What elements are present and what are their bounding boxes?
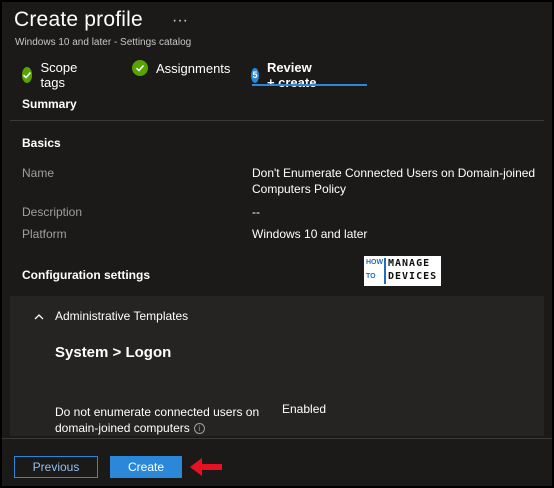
setting-name-line1: Do not enumerate connected users on bbox=[55, 405, 260, 419]
chevron-up-icon[interactable] bbox=[34, 312, 44, 322]
setting-name-line2-text: domain-joined computers bbox=[55, 421, 190, 435]
configuration-settings-heading: Configuration settings bbox=[22, 268, 150, 282]
description-label: Description bbox=[22, 205, 83, 219]
setting-name-line2: domain-joined computers i bbox=[55, 420, 275, 436]
name-value: Don't Enumerate Connected Users on Domai… bbox=[252, 165, 535, 197]
divider bbox=[10, 120, 544, 121]
logo-to-text: TO bbox=[366, 273, 376, 280]
description-value: -- bbox=[252, 205, 260, 219]
tab-scope-tags[interactable]: Scope tags bbox=[22, 60, 83, 90]
logo-how-text: HOW bbox=[366, 259, 384, 266]
previous-button[interactable]: Previous bbox=[14, 456, 98, 478]
more-options-icon[interactable]: ··· bbox=[172, 12, 188, 30]
step-number-badge: 5 bbox=[251, 67, 259, 83]
platform-label: Platform bbox=[22, 227, 67, 241]
name-value-line2: Computers Policy bbox=[252, 182, 347, 196]
active-tab-indicator bbox=[252, 84, 367, 86]
create-button[interactable]: Create bbox=[110, 456, 182, 478]
platform-value: Windows 10 and later bbox=[252, 227, 368, 241]
logo-divider bbox=[384, 258, 386, 284]
checkmark-icon bbox=[132, 60, 148, 76]
page-header: Create profile bbox=[14, 8, 143, 32]
info-icon[interactable]: i bbox=[193, 423, 205, 435]
setting-value: Enabled bbox=[282, 402, 327, 416]
basics-heading: Basics bbox=[22, 136, 61, 150]
tab-assignments[interactable]: Assignments bbox=[132, 60, 230, 76]
checkmark-icon bbox=[22, 67, 33, 83]
red-arrow-icon bbox=[190, 458, 222, 476]
name-label: Name bbox=[22, 166, 55, 180]
summary-heading: Summary bbox=[22, 97, 77, 111]
category-administrative-templates[interactable]: Administrative Templates bbox=[55, 309, 188, 323]
tab-label: Assignments bbox=[156, 60, 231, 76]
page-title: Create profile bbox=[14, 8, 143, 31]
name-value-line1: Don't Enumerate Connected Users on Domai… bbox=[252, 166, 536, 180]
setting-path: System > Logon bbox=[55, 344, 172, 361]
howtomanagedevices-logo: HOW TO MANAGE DEVICES bbox=[364, 256, 441, 286]
setting-name: Do not enumerate connected users on doma… bbox=[55, 404, 275, 436]
tab-label: Scope tags bbox=[40, 60, 78, 90]
page-subtitle: Windows 10 and later - Settings catalog bbox=[15, 37, 192, 48]
logo-manage-text: MANAGE bbox=[388, 258, 431, 269]
logo-devices-text: DEVICES bbox=[388, 271, 438, 282]
